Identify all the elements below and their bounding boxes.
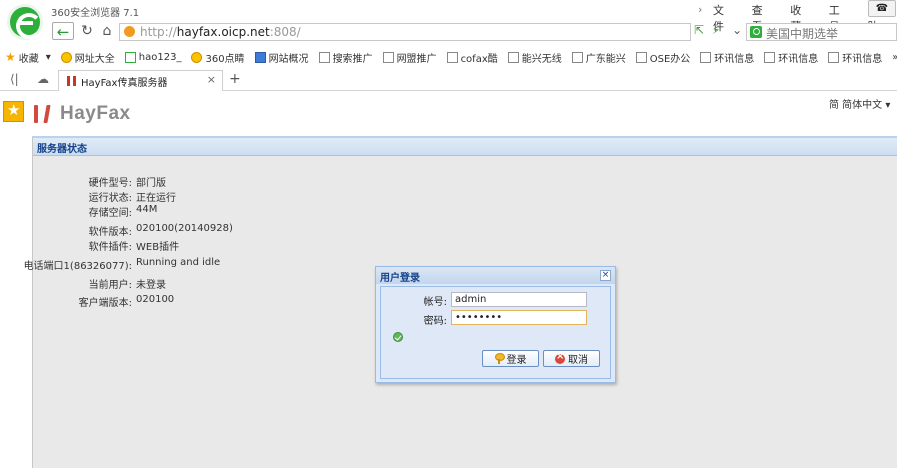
site-icon (191, 51, 203, 63)
url-input[interactable]: http://hayfax.oicp.net:808/ (119, 23, 691, 41)
window-control-button[interactable]: ☎ (868, 0, 896, 17)
bookmark-favorites[interactable]: ★ 收藏 ▾ (0, 50, 56, 65)
bookmark-item[interactable]: 网站概况 (250, 50, 314, 65)
status-label: 存储空间: (88, 208, 132, 219)
status-value: 未登录 (136, 280, 166, 291)
password-field[interactable]: •••••••• (451, 310, 587, 325)
url-scheme: http:// (140, 25, 177, 39)
search-icon[interactable] (750, 26, 762, 38)
tab-title: HayFax传真服务器 (81, 78, 168, 89)
new-tab-button[interactable]: + (229, 71, 241, 87)
cancel-button[interactable]: 取消 (543, 350, 600, 367)
sidebar-toggle-icon[interactable]: ⟨| (10, 72, 19, 86)
bookmarks-more-button[interactable]: » (887, 52, 897, 63)
star-icon: ★ (5, 50, 16, 64)
caret-down-icon[interactable]: ▾ (46, 52, 51, 63)
share-icon[interactable]: ⇱ (694, 23, 704, 37)
site-info-icon[interactable] (124, 26, 135, 37)
chart-icon (254, 51, 266, 63)
site-icon (124, 51, 136, 63)
page-icon (700, 51, 712, 63)
bookmark-item[interactable]: 能兴无线 (503, 50, 567, 65)
bookmark-item[interactable]: 搜索推广 (314, 50, 378, 65)
username-label: 帐号: (423, 297, 447, 308)
status-label: 当前用户: (88, 280, 132, 291)
status-value: 020100 (136, 294, 175, 305)
page-icon (828, 51, 840, 63)
bookmark-item[interactable]: 环讯信息 (759, 50, 823, 65)
bookmark-item[interactable]: 环讯信息 (823, 50, 887, 65)
username-field[interactable]: admin (451, 292, 587, 307)
cancel-icon (555, 351, 565, 364)
status-label: 客户端版本: (78, 298, 132, 309)
bookmark-item[interactable]: 网盟推广 (378, 50, 442, 65)
login-button[interactable]: 登录 (482, 350, 539, 367)
status-label: 软件版本: (88, 227, 132, 238)
url-port: :808/ (269, 25, 301, 39)
bookmark-item[interactable]: 广东能兴 (567, 50, 631, 65)
dropdown-icon[interactable]: ⌄ (732, 23, 742, 37)
tab-hayfax[interactable]: HayFax传真服务器 × (58, 70, 223, 91)
key-icon (494, 353, 505, 364)
refresh-icon[interactable]: ↻ (77, 22, 97, 40)
home-icon[interactable]: ⌂ (97, 22, 117, 40)
page-icon (764, 51, 776, 63)
brand-name: HayFax (60, 103, 131, 124)
status-ok-icon (393, 332, 403, 342)
status-value: 44M (136, 204, 158, 215)
status-label: 软件插件: (88, 242, 132, 253)
status-value: 正在运行 (136, 193, 176, 204)
status-label: 硬件型号: (88, 178, 132, 189)
language-selector[interactable]: 简 简体中文 ▾ (829, 96, 890, 111)
page-icon (446, 51, 458, 63)
page-icon (571, 51, 583, 63)
status-label: 运行状态: (88, 193, 132, 204)
panel-header: 服务器状态 (33, 138, 897, 156)
bookmark-item[interactable]: OSE办公 (631, 50, 696, 65)
dialog-header[interactable]: 用户登录 × (376, 267, 615, 284)
page-icon (382, 51, 394, 63)
cloud-icon[interactable]: ☁ (37, 72, 49, 86)
status-value: 020100(20140928) (136, 223, 233, 234)
lightning-icon[interactable]: ⚡ (712, 23, 720, 37)
app-title: 360安全浏览器 7.1 (51, 8, 140, 19)
chevron-right-icon[interactable]: › (698, 3, 702, 16)
back-button[interactable]: ← (52, 22, 74, 41)
hayfax-favicon-icon (66, 75, 78, 87)
status-value: 部门版 (136, 178, 166, 189)
search-input[interactable]: 美国中期选举 (746, 23, 897, 41)
close-tab-icon[interactable]: × (207, 73, 216, 86)
page-icon (507, 51, 519, 63)
favorite-star-icon[interactable] (3, 101, 24, 122)
password-label: 密码: (423, 316, 447, 327)
hayfax-mark-icon (32, 105, 56, 123)
bookmark-item[interactable]: 环讯信息 (695, 50, 759, 65)
bookmark-item[interactable]: hao123_ (120, 51, 187, 63)
status-value: WEB插件 (136, 242, 180, 253)
globe-icon (60, 51, 72, 63)
hayfax-logo: HayFax (32, 103, 131, 125)
status-label: 电话端口1(86326077): (23, 261, 132, 272)
bookmarks-bar: ★ 收藏 ▾ 网址大全 hao123_ 360点睛 网站概况 搜索推广 网盟推广 c… (0, 46, 897, 68)
close-icon[interactable]: × (600, 270, 611, 281)
page-icon (635, 51, 647, 63)
url-host: hayfax.oicp.net (176, 25, 270, 39)
page-icon (318, 51, 330, 63)
bookmark-item[interactable]: 网址大全 (56, 50, 120, 65)
address-action-icons: ⇱ ⚡ ⌄ (694, 23, 742, 37)
panel-title: 服务器状态 (37, 144, 87, 155)
bookmark-item[interactable]: cofax酷 (442, 50, 503, 65)
dialog-title: 用户登录 (380, 273, 420, 284)
search-placeholder: 美国中期选举 (766, 27, 839, 41)
bookmark-item[interactable]: 360点睛 (186, 50, 249, 65)
title-bar: 360安全浏览器 7.1 文件 查看 收藏 工具 帮助 ☎ › (0, 0, 897, 40)
status-value: Running and idle (136, 257, 221, 268)
